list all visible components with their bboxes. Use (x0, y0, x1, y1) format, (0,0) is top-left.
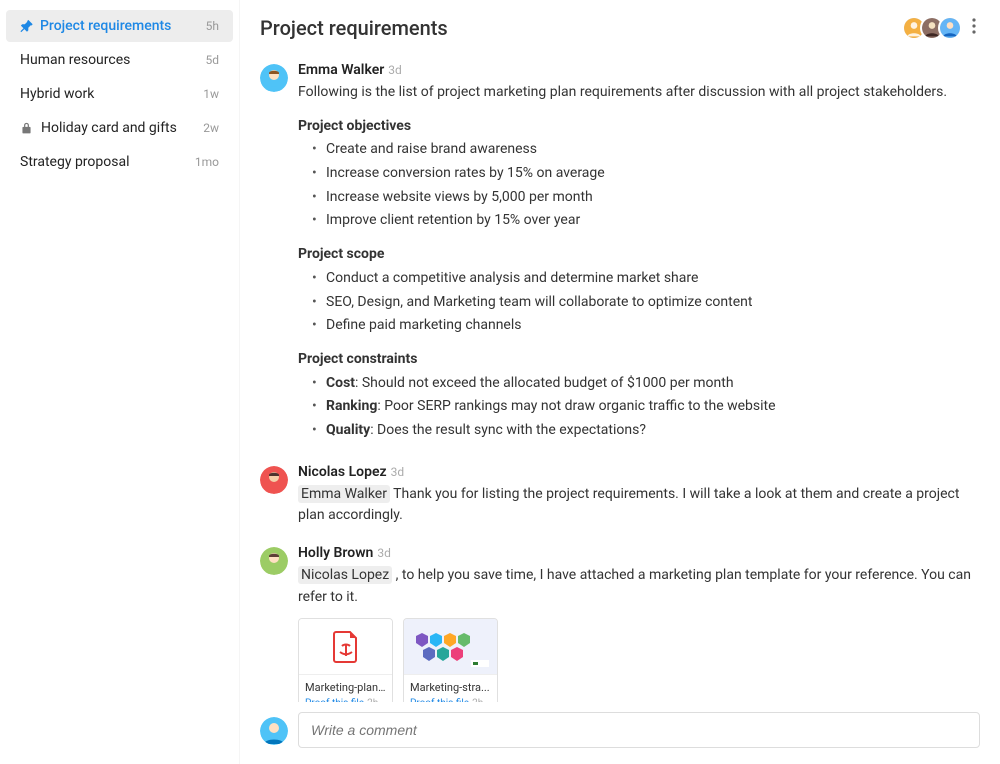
message: Nicolas Lopez 3d Emma Walker Thank you for… (260, 464, 980, 527)
list-item: Increase website views by 5,000 per mont… (312, 187, 980, 209)
more-menu-button[interactable] (968, 14, 980, 42)
main-panel: Project requirements Emma Walker3dFollow… (240, 0, 1000, 764)
collaborator-avatar[interactable] (938, 16, 962, 40)
list-item: Ranking: Poor SERP rankings may not draw… (312, 396, 980, 418)
message-list: Emma Walker3dFollowing is the list of pr… (240, 52, 1000, 702)
comment-input[interactable] (298, 712, 980, 748)
sidebar-item-time: 1w (203, 87, 219, 101)
attachment[interactable]: Marketing-plan...Proof this file2h (298, 618, 393, 702)
list-item: Conduct a competitive analysis and deter… (312, 268, 980, 290)
message-body: Following is the list of project marketi… (298, 82, 980, 442)
message-body: Nicolas Lopez , to help you save time, I… (298, 565, 980, 702)
collaborator-avatars[interactable] (908, 16, 962, 40)
sidebar-item-time: 2w (203, 121, 219, 135)
pdf-icon (332, 630, 360, 664)
sidebar-item-time: 5d (205, 53, 219, 67)
list-item: SEO, Design, and Marketing team will col… (312, 292, 980, 314)
sidebar-item[interactable]: Human resources 5d (6, 44, 233, 76)
section-title: Project objectives (298, 116, 980, 138)
sidebar-item-label: Project requirements (40, 18, 198, 34)
message: Holly Brown 3d Nicolas Lopez , to help you… (260, 545, 980, 702)
page-title: Project requirements (260, 16, 908, 40)
sidebar-item[interactable]: Hybrid work 1w (6, 78, 233, 110)
section-title: Project scope (298, 244, 980, 266)
message-author: Holly Brown (298, 545, 373, 561)
message: Emma Walker 3d Following is the list of pr… (260, 62, 980, 446)
header: Project requirements (240, 0, 1000, 52)
sidebar-item[interactable]: Project requirements 5h (6, 10, 233, 42)
lock-icon (20, 122, 33, 135)
message-body: Emma Walker Thank you for listing the pr… (298, 484, 980, 527)
list-item: Create and raise brand awareness (312, 139, 980, 161)
sidebar-item[interactable]: Holiday card and gifts 2w (6, 112, 233, 144)
message-time: 3d (377, 546, 391, 560)
section-title: Project constraints (298, 349, 980, 371)
composer (240, 702, 1000, 764)
mention[interactable]: Emma Walker (298, 485, 390, 503)
diagram-thumbnail-icon (408, 623, 493, 671)
sidebar-item-label: Human resources (20, 52, 197, 68)
sidebar: Project requirements5hHuman resources5dH… (0, 0, 240, 764)
message-author: Nicolas Lopez (298, 464, 387, 480)
message-author: Emma Walker (298, 62, 384, 78)
sidebar-item-time: 5h (206, 19, 219, 33)
message-avatar (260, 466, 288, 494)
list-item: Increase conversion rates by 15% on aver… (312, 163, 980, 185)
sidebar-item-time: 1mo (195, 155, 219, 169)
attachments: Marketing-plan...Proof this file2hMarket… (298, 618, 980, 702)
list-item: Quality: Does the result sync with the e… (312, 420, 980, 442)
list-item: Define paid marketing channels (312, 315, 980, 337)
attachment[interactable]: Marketing-stra...Proof this file2h (403, 618, 498, 702)
list-item: Improve client retention by 15% over yea… (312, 210, 980, 232)
message-time: 3d (388, 63, 402, 77)
message-time: 3d (391, 465, 405, 479)
message-avatar (260, 64, 288, 92)
more-vertical-icon (972, 18, 976, 34)
list-item: Cost: Should not exceed the allocated bu… (312, 373, 980, 395)
sidebar-item-label: Hybrid work (20, 86, 195, 102)
mention[interactable]: Nicolas Lopez (298, 566, 392, 584)
sidebar-item[interactable]: Strategy proposal 1mo (6, 146, 233, 178)
current-user-avatar (260, 717, 288, 745)
message-avatar (260, 547, 288, 575)
attachment-name: Marketing-stra... (410, 679, 491, 696)
pin-icon (20, 19, 34, 33)
sidebar-item-label: Strategy proposal (20, 154, 187, 170)
attachment-name: Marketing-plan... (305, 679, 386, 696)
sidebar-item-label: Holiday card and gifts (41, 120, 195, 136)
